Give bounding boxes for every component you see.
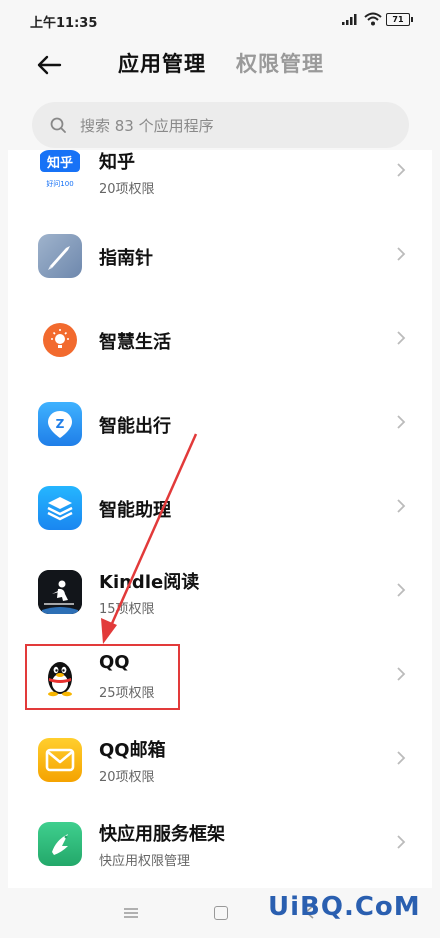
app-permissions: 15项权限 xyxy=(99,602,155,617)
app-name: 智能出行 xyxy=(99,416,171,437)
battery-level: 71 xyxy=(392,15,404,24)
tab-permission-management[interactable]: 权限管理 xyxy=(236,48,324,78)
chevron-right-icon xyxy=(397,751,406,765)
app-name: QQ邮箱 xyxy=(99,740,166,761)
chevron-right-icon xyxy=(397,583,406,597)
app-name: 知乎 xyxy=(99,152,135,173)
qq-mail-icon xyxy=(38,738,82,782)
search-bar[interactable] xyxy=(32,102,409,150)
list-item-kindle[interactable]: Kindle阅读 15项权限 xyxy=(8,550,432,634)
app-permissions: 20项权限 xyxy=(99,770,155,785)
app-permissions: 快应用权限管理 xyxy=(99,854,191,869)
back-arrow-icon[interactable] xyxy=(34,50,64,80)
app-name: 快应用服务框架 xyxy=(99,824,225,845)
smart-life-icon xyxy=(38,318,82,362)
header: 应用管理 权限管理 xyxy=(0,40,440,90)
app-name: 智慧生活 xyxy=(99,332,171,353)
list-item-zhihu[interactable]: 知乎 好问100 知乎 20项权限 xyxy=(8,150,432,214)
chevron-right-icon xyxy=(397,835,406,849)
list-item-quick-app[interactable]: 快应用服务框架 快应用权限管理 xyxy=(8,802,432,886)
app-permissions: 20项权限 xyxy=(99,182,155,197)
signal-icon xyxy=(342,14,357,25)
search-input[interactable] xyxy=(78,102,382,150)
app-name: Kindle阅读 xyxy=(99,572,200,593)
watermark: UiBQ.CoM xyxy=(268,892,421,922)
smart-assistant-icon xyxy=(38,486,82,530)
wifi-icon xyxy=(364,12,382,26)
menu-icon[interactable] xyxy=(124,908,138,918)
app-list: 知乎 好问100 知乎 20项权限 指南针 智慧生活 Z 智能出行 智能助理 K… xyxy=(8,150,432,888)
status-time: 上午11:35 xyxy=(30,16,98,31)
zhihu-icon: 知乎 好问100 xyxy=(38,150,82,194)
quick-app-icon xyxy=(38,822,82,866)
tab-app-management[interactable]: 应用管理 xyxy=(118,48,206,78)
chevron-right-icon xyxy=(397,667,406,681)
app-name: 指南针 xyxy=(99,248,153,269)
highlight-box xyxy=(25,644,180,710)
list-item-smart-assistant[interactable]: 智能助理 xyxy=(8,466,432,550)
svg-text:好问100: 好问100 xyxy=(46,179,73,188)
svg-text:Z: Z xyxy=(56,417,65,431)
smart-travel-icon: Z xyxy=(38,402,82,446)
compass-icon xyxy=(38,234,82,278)
list-item-compass[interactable]: 指南针 xyxy=(8,214,432,298)
chevron-right-icon xyxy=(397,415,406,429)
kindle-icon xyxy=(38,570,82,614)
home-icon[interactable] xyxy=(214,906,228,920)
list-item-qq-mail[interactable]: QQ邮箱 20项权限 xyxy=(8,718,432,802)
chevron-right-icon xyxy=(397,499,406,513)
chevron-right-icon xyxy=(397,331,406,345)
status-bar: 上午11:35 71 xyxy=(0,0,440,40)
list-item-smart-life[interactable]: 智慧生活 xyxy=(8,298,432,382)
battery-icon: 71 xyxy=(386,13,413,26)
search-icon xyxy=(50,117,66,133)
chevron-right-icon xyxy=(397,163,406,177)
list-item-smart-travel[interactable]: Z 智能出行 xyxy=(8,382,432,466)
svg-text:知乎: 知乎 xyxy=(47,155,73,171)
app-name: 智能助理 xyxy=(99,500,171,521)
chevron-right-icon xyxy=(397,247,406,261)
